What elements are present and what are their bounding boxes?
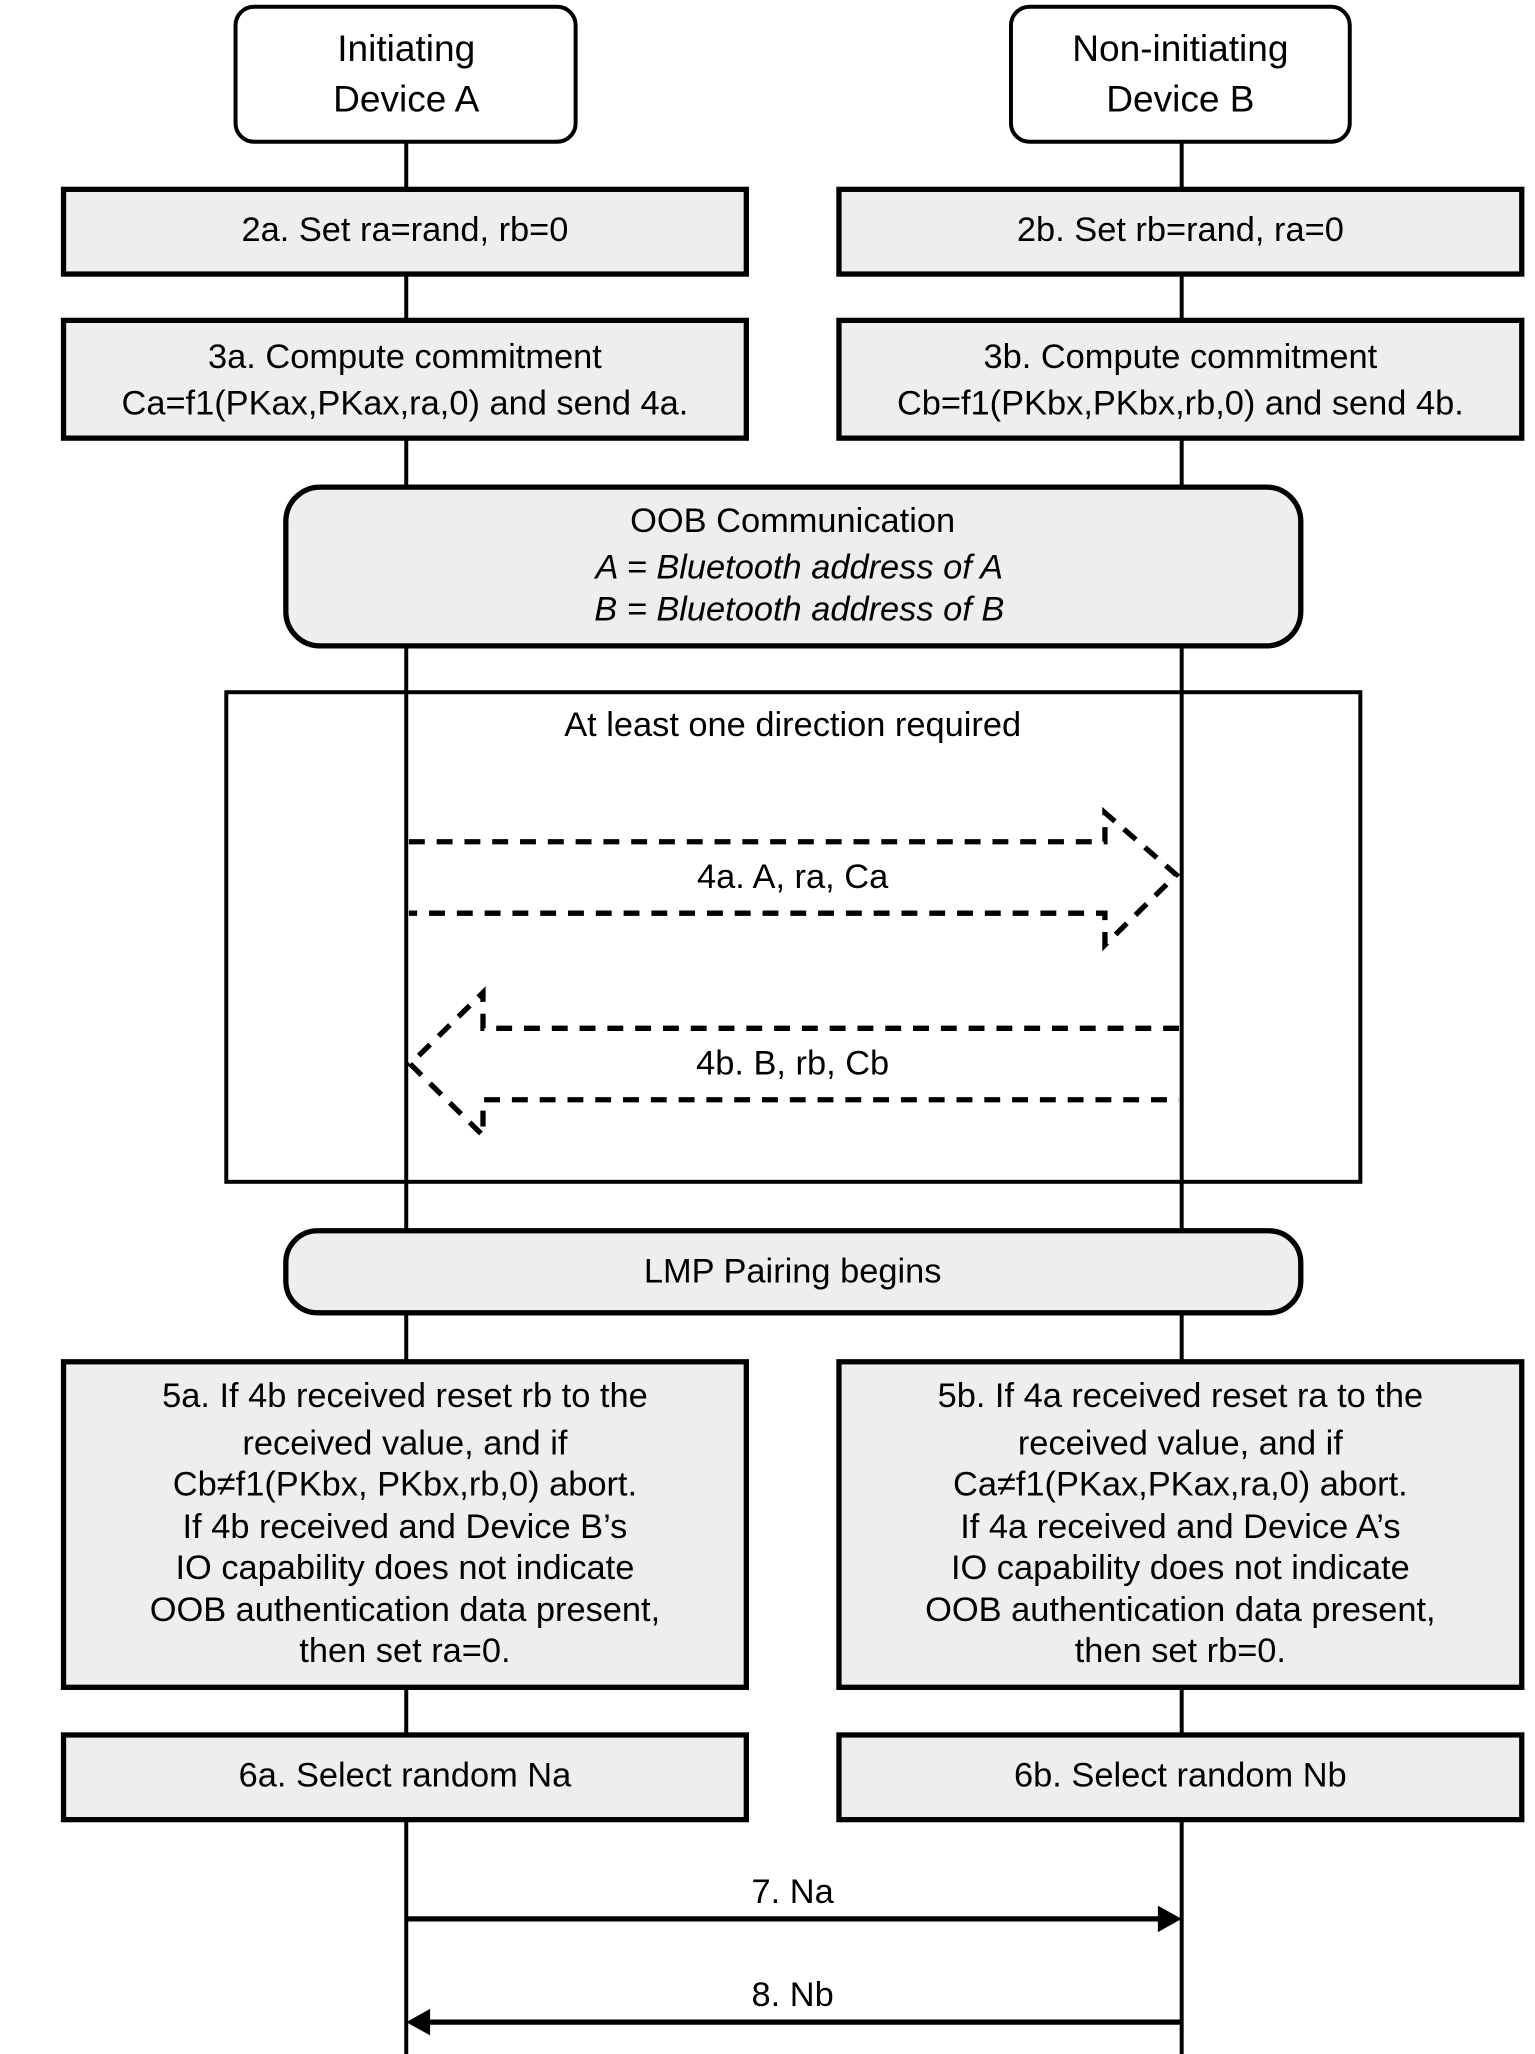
- step-5a-box: 5a. If 4b received reset rb to the recei…: [60, 1359, 749, 1690]
- step-5a-line: received value, and if: [242, 1424, 567, 1462]
- step-3b-box: 3b. Compute commitment Cb=f1(PKbx,PKbx,r…: [836, 317, 1525, 441]
- message-7-arrow: 7. Na: [406, 1873, 1182, 1933]
- step-5b-line: If 4a received and Device A’s: [960, 1508, 1400, 1546]
- frame-label: At least one direction required: [564, 706, 1021, 744]
- step-5b-box: 5b. If 4a received reset ra to the recei…: [836, 1359, 1525, 1690]
- step-5a-line: IO capability does not indicate: [176, 1549, 635, 1587]
- device-b-header: Non-initiating Device B: [1008, 4, 1352, 144]
- device-b-line2: Device B: [1106, 77, 1254, 119]
- step-5a-line: 5a. If 4b received reset rb to the: [162, 1377, 648, 1415]
- message-8-arrow: 8. Nb: [406, 1976, 1182, 2036]
- oob-address-a: A = Bluetooth address of A: [593, 548, 1003, 586]
- device-b-line1: Non-initiating: [1072, 27, 1288, 69]
- step-3a-line2: Ca=f1(PKax,PKax,ra,0) and send 4a.: [122, 384, 689, 422]
- oob-communication-box: OOB Communication A = Bluetooth address …: [283, 484, 1304, 649]
- step-6a-box: 6a. Select random Na: [60, 1732, 749, 1823]
- device-a-line1: Initiating: [337, 27, 475, 69]
- step-2b-box: 2b. Set rb=rand, ra=0: [836, 186, 1525, 277]
- lmp-label: LMP Pairing begins: [644, 1252, 942, 1290]
- arrowhead-left-icon: [406, 2008, 431, 2036]
- step-6b-text: 6b. Select random Nb: [1014, 1757, 1347, 1795]
- step-5b-line: then set rb=0.: [1075, 1632, 1286, 1670]
- device-a-line2: Device A: [333, 77, 479, 119]
- step-2a-text: 2a. Set ra=rand, rb=0: [241, 211, 568, 249]
- step-5b-line: OOB authentication data present,: [925, 1591, 1435, 1629]
- step-5a-line: OOB authentication data present,: [150, 1591, 660, 1629]
- lmp-pairing-box: LMP Pairing begins: [283, 1228, 1304, 1316]
- step-2a-box: 2a. Set ra=rand, rb=0: [60, 186, 749, 277]
- message-7-label: 7. Na: [752, 1873, 835, 1911]
- step-3a-box: 3a. Compute commitment Ca=f1(PKax,PKax,r…: [60, 317, 749, 441]
- step-5b-line: 5b. If 4a received reset ra to the: [938, 1377, 1424, 1415]
- optional-direction-frame: At least one direction required: [224, 690, 1363, 1184]
- step-5b-line: Ca≠f1(PKax,PKax,ra,0) abort.: [953, 1465, 1408, 1503]
- step-5a-line: If 4b received and Device B’s: [183, 1508, 628, 1546]
- step-2b-text: 2b. Set rb=rand, ra=0: [1017, 211, 1344, 249]
- device-a-header: Initiating Device A: [233, 4, 578, 144]
- message-4b-label: 4b. B, rb, Cb: [696, 1045, 889, 1083]
- oob-title: OOB Communication: [630, 502, 955, 540]
- step-5b-line: IO capability does not indicate: [951, 1549, 1410, 1587]
- step-6b-box: 6b. Select random Nb: [836, 1732, 1525, 1823]
- step-3b-line1: 3b. Compute commitment: [983, 338, 1377, 376]
- step-5b-line: received value, and if: [1018, 1424, 1343, 1462]
- step-3a-line1: 3a. Compute commitment: [208, 338, 602, 376]
- message-8-label: 8. Nb: [752, 1976, 834, 2014]
- step-5a-line: then set ra=0.: [299, 1632, 510, 1670]
- step-3b-line2: Cb=f1(PKbx,PKbx,rb,0) and send 4b.: [897, 384, 1464, 422]
- step-6a-text: 6a. Select random Na: [239, 1757, 572, 1795]
- arrowhead-right-icon: [1157, 1905, 1182, 1933]
- sequence-diagram: Initiating Device A Non-initiating Devic…: [60, 4, 1525, 2054]
- step-5a-line: Cb≠f1(PKbx, PKbx,rb,0) abort.: [173, 1465, 637, 1503]
- oob-address-b: B = Bluetooth address of B: [594, 591, 1004, 629]
- message-4a-label: 4a. A, ra, Ca: [697, 858, 889, 896]
